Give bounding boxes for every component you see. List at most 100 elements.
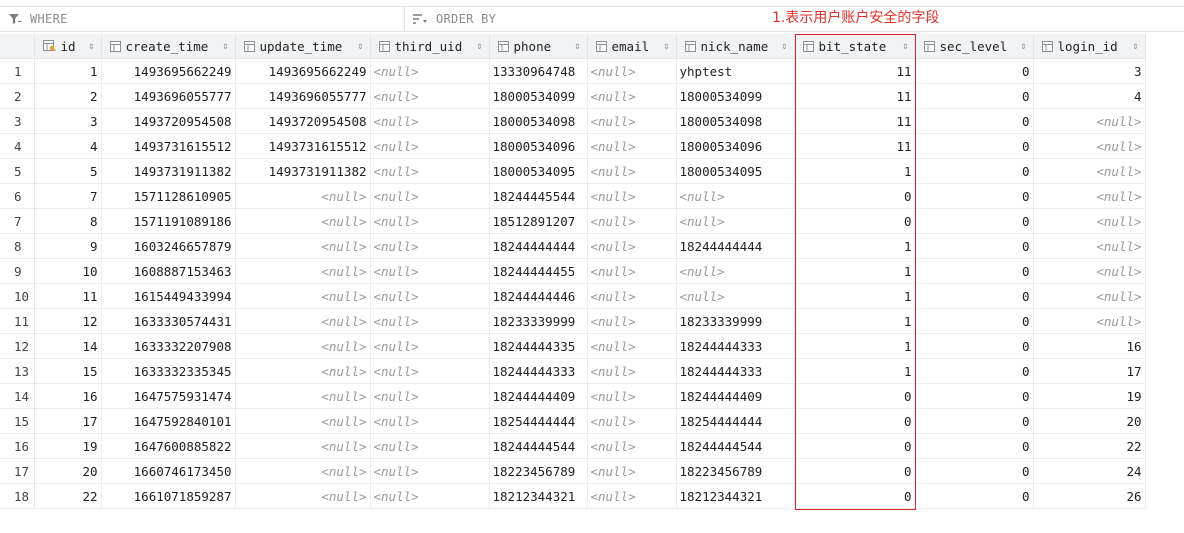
row-number[interactable]: 4 (0, 133, 35, 159)
cell-create-time[interactable]: 1660746173450 (101, 458, 236, 484)
cell-email[interactable]: <null> (587, 408, 677, 434)
table-row[interactable]: 13 15 1633332335345 <null> <null> 18244444333… (0, 358, 1146, 384)
cell-email[interactable]: <null> (587, 108, 677, 134)
cell-login-id[interactable]: <null> (1033, 158, 1146, 184)
cell-nick-name[interactable]: 18233339999 (676, 308, 795, 334)
cell-login-id[interactable]: 3 (1033, 58, 1146, 84)
sort-toggle-icon[interactable]: ⇕ (902, 41, 908, 52)
cell-email[interactable]: <null> (587, 208, 677, 234)
cell-phone[interactable]: 13330964748 (489, 58, 588, 84)
row-number[interactable]: 5 (0, 158, 35, 184)
cell-phone[interactable]: 18244444444 (489, 233, 588, 259)
cell-phone[interactable]: 18244444544 (489, 433, 588, 459)
cell-login-id[interactable]: 16 (1033, 333, 1146, 359)
cell-create-time[interactable]: 1647592840101 (101, 408, 236, 434)
sort-toggle-icon[interactable]: ⇕ (574, 41, 580, 52)
cell-third-uid[interactable]: <null> (370, 83, 490, 109)
cell-update-time[interactable]: <null> (235, 433, 371, 459)
cell-third-uid[interactable]: <null> (370, 183, 490, 209)
cell-phone[interactable]: 18000534096 (489, 133, 588, 159)
cell-third-uid[interactable]: <null> (370, 458, 490, 484)
cell-create-time[interactable]: 1633330574431 (101, 308, 236, 334)
cell-sec-level[interactable]: 0 (915, 333, 1034, 359)
column-header-phone[interactable]: phone ⇕ (489, 34, 588, 59)
cell-update-time[interactable]: 1493731911382 (235, 158, 371, 184)
row-number[interactable]: 3 (0, 108, 35, 134)
cell-third-uid[interactable]: <null> (370, 58, 490, 84)
row-number[interactable]: 9 (0, 258, 35, 284)
table-row[interactable]: 11 12 1633330574431 <null> <null> 18233339999… (0, 308, 1146, 334)
cell-id[interactable]: 20 (34, 458, 102, 484)
cell-third-uid[interactable]: <null> (370, 258, 490, 284)
cell-sec-level[interactable]: 0 (915, 208, 1034, 234)
cell-sec-level[interactable]: 0 (915, 108, 1034, 134)
cell-sec-level[interactable]: 0 (915, 383, 1034, 409)
cell-phone[interactable]: 18254444444 (489, 408, 588, 434)
cell-sec-level[interactable]: 0 (915, 308, 1034, 334)
cell-third-uid[interactable]: <null> (370, 108, 490, 134)
cell-nick-name[interactable]: 18000534098 (676, 108, 795, 134)
cell-create-time[interactable]: 1493731911382 (101, 158, 236, 184)
cell-id[interactable]: 9 (34, 233, 102, 259)
cell-login-id[interactable]: 4 (1033, 83, 1146, 109)
column-header-nick-name[interactable]: nick_name ⇕ (676, 34, 795, 59)
cell-create-time[interactable]: 1633332335345 (101, 358, 236, 384)
column-header-update-time[interactable]: update_time ⇕ (235, 34, 371, 59)
row-number[interactable]: 16 (0, 433, 35, 459)
sort-toggle-icon[interactable]: ⇕ (1132, 41, 1138, 52)
cell-nick-name[interactable]: 18000534096 (676, 133, 795, 159)
cell-sec-level[interactable]: 0 (915, 158, 1034, 184)
cell-bit-state[interactable]: 0 (794, 408, 916, 434)
column-header-third-uid[interactable]: third_uid ⇕ (370, 34, 490, 59)
table-row[interactable]: 16 19 1647600885822 <null> <null> 18244444544… (0, 433, 1146, 459)
cell-update-time[interactable]: <null> (235, 458, 371, 484)
cell-email[interactable]: <null> (587, 483, 677, 509)
cell-update-time[interactable]: 1493720954508 (235, 108, 371, 134)
cell-third-uid[interactable]: <null> (370, 383, 490, 409)
row-number[interactable]: 11 (0, 308, 35, 334)
cell-create-time[interactable]: 1571191089186 (101, 208, 236, 234)
row-number[interactable]: 6 (0, 183, 35, 209)
cell-email[interactable]: <null> (587, 433, 677, 459)
column-header-id[interactable]: id ⇕ (34, 34, 102, 59)
cell-id[interactable]: 15 (34, 358, 102, 384)
cell-nick-name[interactable]: 18244444333 (676, 333, 795, 359)
row-number[interactable]: 18 (0, 483, 35, 509)
sort-toggle-icon[interactable]: ⇕ (781, 41, 787, 52)
cell-third-uid[interactable]: <null> (370, 433, 490, 459)
cell-email[interactable]: <null> (587, 183, 677, 209)
cell-create-time[interactable]: 1647600885822 (101, 433, 236, 459)
cell-nick-name[interactable]: yhptest (676, 58, 795, 84)
row-number[interactable]: 17 (0, 458, 35, 484)
cell-bit-state[interactable]: 0 (794, 208, 916, 234)
sort-toggle-icon[interactable]: ⇕ (476, 41, 482, 52)
cell-id[interactable]: 12 (34, 308, 102, 334)
cell-login-id[interactable]: 17 (1033, 358, 1146, 384)
cell-id[interactable]: 17 (34, 408, 102, 434)
cell-third-uid[interactable]: <null> (370, 308, 490, 334)
cell-third-uid[interactable]: <null> (370, 283, 490, 309)
cell-id[interactable]: 7 (34, 183, 102, 209)
cell-nick-name[interactable]: 18212344321 (676, 483, 795, 509)
cell-sec-level[interactable]: 0 (915, 358, 1034, 384)
table-row[interactable]: 8 9 1603246657879 <null> <null> 18244444444 <n… (0, 233, 1146, 259)
cell-login-id[interactable]: 24 (1033, 458, 1146, 484)
cell-sec-level[interactable]: 0 (915, 58, 1034, 84)
sort-toggle-icon[interactable]: ⇕ (663, 41, 669, 52)
cell-phone[interactable]: 18244444335 (489, 333, 588, 359)
cell-nick-name[interactable]: <null> (676, 208, 795, 234)
cell-phone[interactable]: 18244444333 (489, 358, 588, 384)
cell-id[interactable]: 10 (34, 258, 102, 284)
cell-create-time[interactable]: 1571128610905 (101, 183, 236, 209)
cell-update-time[interactable]: <null> (235, 483, 371, 509)
table-row[interactable]: 6 7 1571128610905 <null> <null> 18244445544 <n… (0, 183, 1146, 209)
cell-sec-level[interactable]: 0 (915, 283, 1034, 309)
table-row[interactable]: 4 4 1493731615512 1493731615512 <null> 180005… (0, 133, 1146, 159)
sort-toggle-icon[interactable]: ⇕ (222, 41, 228, 52)
cell-nick-name[interactable]: <null> (676, 258, 795, 284)
cell-bit-state[interactable]: 1 (794, 258, 916, 284)
table-row[interactable]: 17 20 1660746173450 <null> <null> 18223456789… (0, 458, 1146, 484)
cell-bit-state[interactable]: 0 (794, 433, 916, 459)
cell-nick-name[interactable]: 18244444409 (676, 383, 795, 409)
cell-email[interactable]: <null> (587, 133, 677, 159)
